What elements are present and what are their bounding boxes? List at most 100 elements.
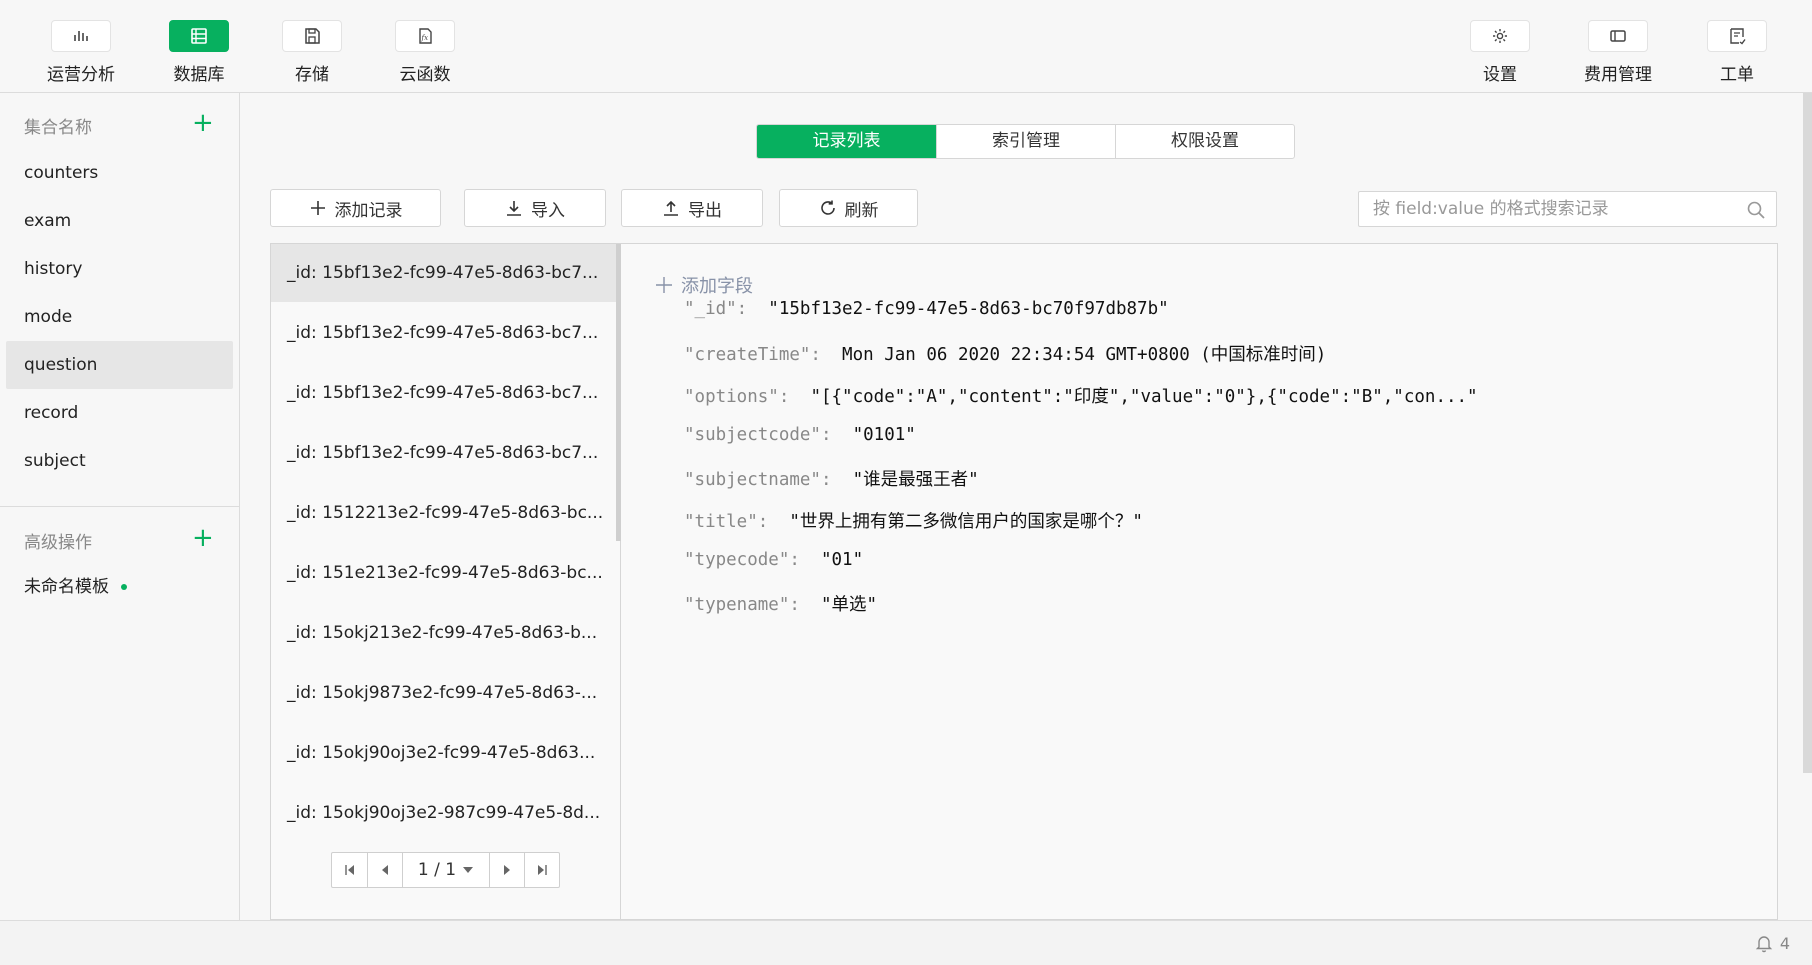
toolbar-item-analytics[interactable]: 运营分析 [26,20,136,85]
field-value: "0101" [852,425,916,445]
page-selector[interactable]: 1 / 1 [402,853,489,887]
toolbar-label: 运营分析 [47,65,115,85]
toolbar-item-storage[interactable]: 存储 [257,20,367,85]
field-key: "subjectname": [684,470,832,490]
prev-page-icon [382,865,388,875]
field-row[interactable]: "subjectname": "谁是最强王者" [684,466,979,491]
sidebar-item-exam[interactable]: exam [6,197,233,245]
toolbar-label: 云函数 [399,65,451,85]
plus-icon [656,277,672,293]
list-item[interactable]: _id: 15okj90oj3e2-987c99-47e5-8d... [271,784,616,842]
export-label: 导出 [688,200,722,221]
field-row[interactable]: "typename": "单选" [684,591,877,616]
export-button[interactable]: 导出 [621,189,763,227]
toolbar-label: 工单 [1720,65,1754,85]
field-value: "01" [820,550,864,570]
field-row[interactable]: "title": "世界上拥有第二多微信用户的国家是哪个？" [684,508,1143,533]
list-item[interactable]: _id: 15okj90oj3e2-fc99-47e5-8d63... [271,724,616,782]
next-page-button[interactable] [489,853,524,887]
import-button[interactable]: 导入 [464,189,606,227]
field-row[interactable]: "subjectcode": "0101" [684,425,916,445]
list-item[interactable]: _id: 15bf13e2-fc99-47e5-8d63-bc7... [271,364,616,422]
sidebar-item-question[interactable]: question [6,341,233,389]
add-field-button[interactable]: 添加字段 [655,272,753,298]
field-key: "subjectcode": [684,425,832,445]
billing-button[interactable] [1588,20,1648,52]
sidebar-item-counters[interactable]: counters [6,149,233,197]
list-item[interactable]: _id: 151e213e2-fc99-47e5-8d63-bc... [271,544,616,602]
bar-chart-icon [74,31,88,41]
list-item[interactable]: _id: 15bf13e2-fc99-47e5-8d63-bc7... [271,244,616,302]
field-key: "createTime": [684,345,821,365]
tab-record-list[interactable]: 记录列表 [757,125,936,158]
record-panel: _id: 15bf13e2-fc99-47e5-8d63-bc7... _id:… [270,243,1778,920]
search-box [1358,191,1777,227]
toolbar-label: 数据库 [173,65,225,85]
save-icon [305,28,320,44]
add-record-button[interactable]: 添加记录 [270,189,441,227]
sidebar-item-template[interactable]: 未命名模板 [6,563,233,611]
svg-text:fx: fx [421,34,429,42]
advanced-header: 高级操作 [24,533,92,553]
tab-permission-settings[interactable]: 权限设置 [1115,125,1294,158]
refresh-button[interactable]: 刷新 [779,189,918,227]
field-key: "typename": [684,595,800,615]
sidebar-item-subject[interactable]: subject [6,437,233,485]
toolbar-label: 费用管理 [1584,65,1652,85]
search-icon[interactable] [1746,200,1766,220]
notification-count: 4 [1779,933,1790,953]
toolbar-item-billing[interactable]: 费用管理 [1563,20,1673,85]
search-input[interactable] [1359,192,1739,226]
add-record-label: 添加记录 [334,200,403,221]
toolbar-item-database[interactable]: 数据库 [144,20,254,85]
field-value: Mon Jan 06 2020 22:34:54 GMT+0800 (中国标准时… [842,345,1327,365]
field-value: "单选" [820,595,878,615]
import-label: 导入 [531,200,565,221]
ticket-button[interactable] [1707,20,1767,52]
field-row[interactable]: "typecode": "01" [684,550,863,570]
toolbar-item-cloud-function[interactable]: fx 云函数 [370,20,480,85]
settings-button[interactable] [1470,20,1530,52]
record-list-scrollbar[interactable] [616,244,621,541]
first-page-button[interactable] [332,853,367,887]
list-item[interactable]: _id: 1512213e2-fc99-47e5-8d63-bc... [271,484,616,542]
last-page-button[interactable] [524,853,559,887]
toolbar-item-ticket[interactable]: 工单 [1682,20,1792,85]
collections-header: 集合名称 [24,118,92,138]
page-scrollbar[interactable] [1803,93,1812,773]
gear-icon [1493,29,1507,43]
sidebar-item-mode[interactable]: mode [6,293,233,341]
view-tabs: 记录列表 索引管理 权限设置 [756,124,1295,159]
analytics-button[interactable] [51,20,111,52]
field-value: "世界上拥有第二多微信用户的国家是哪个？" [789,512,1143,532]
sidebar-item-history[interactable]: history [6,245,233,293]
list-item[interactable]: _id: 15bf13e2-fc99-47e5-8d63-bc7... [271,424,616,482]
prev-page-button[interactable] [367,853,402,887]
field-row[interactable]: "options": "[{"code":"A","content":"印度",… [684,383,1478,408]
field-row[interactable]: "_id": "15bf13e2-fc99-47e5-8d63-bc70f97d… [684,299,1169,319]
add-field-label: 添加字段 [681,276,753,297]
pagination: 1 / 1 [331,852,560,888]
sidebar-item-record[interactable]: record [6,389,233,437]
add-collection-icon[interactable]: + [192,110,214,136]
field-key: "title": [684,512,769,532]
chevron-down-icon [463,867,474,873]
sidebar-divider [0,506,240,507]
field-key: "options": [684,387,790,407]
sidebar: 集合名称 + counters exam history mode questi… [0,93,240,920]
list-item[interactable]: _id: 15okj213e2-fc99-47e5-8d63-b... [271,604,616,662]
notification-button[interactable]: 4 [1754,933,1790,953]
tab-index-management[interactable]: 索引管理 [936,125,1115,158]
list-item[interactable]: _id: 15bf13e2-fc99-47e5-8d63-bc7... [271,304,616,362]
cloud-function-button[interactable]: fx [395,20,455,52]
status-bar: 4 [0,920,1812,965]
field-row[interactable]: "createTime": Mon Jan 06 2020 22:34:54 G… [684,341,1326,366]
bell-icon [1755,936,1773,953]
function-icon: fx [419,28,432,44]
toolbar-item-settings[interactable]: 设置 [1445,20,1555,85]
field-value: "[{"code":"A","content":"印度","value":"0"… [810,387,1478,407]
list-item[interactable]: _id: 15okj9873e2-fc99-47e5-8d63-... [271,664,616,722]
add-template-icon[interactable]: + [192,525,214,551]
database-button[interactable] [169,20,229,52]
storage-button[interactable] [282,20,342,52]
